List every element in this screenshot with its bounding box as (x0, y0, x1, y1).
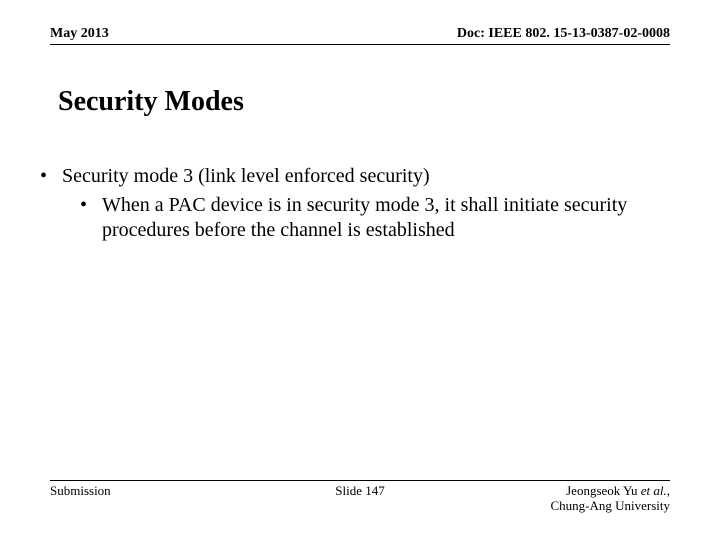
slide-body: • Security mode 3 (link level enforced s… (36, 164, 680, 243)
author-affiliation: Chung-Ang University (550, 498, 670, 513)
bullet-dot-icon: • (36, 164, 62, 189)
slide-footer: Submission Slide 147 Jeongseok Yu et al.… (50, 480, 670, 514)
bullet-l1-text: Security mode 3 (link level enforced sec… (62, 164, 680, 189)
footer-author: Jeongseok Yu et al., Chung-Ang Universit… (550, 483, 670, 514)
bullet-dot-icon: • (76, 193, 102, 243)
bullet-level-2: • When a PAC device is in security mode … (76, 193, 680, 243)
slide-header: May 2013 Doc: IEEE 802. 15-13-0387-02-00… (50, 26, 670, 45)
slide-title: Security Modes (58, 86, 244, 118)
author-name: Jeongseok Yu (566, 483, 637, 498)
bullet-l2-text: When a PAC device is in security mode 3,… (102, 193, 680, 243)
header-doc-id: Doc: IEEE 802. 15-13-0387-02-0008 (457, 26, 670, 42)
footer-left: Submission (50, 483, 111, 499)
header-date: May 2013 (50, 26, 109, 42)
author-etal: et al. (638, 483, 667, 498)
author-comma: , (667, 483, 670, 498)
bullet-level-1: • Security mode 3 (link level enforced s… (36, 164, 680, 189)
